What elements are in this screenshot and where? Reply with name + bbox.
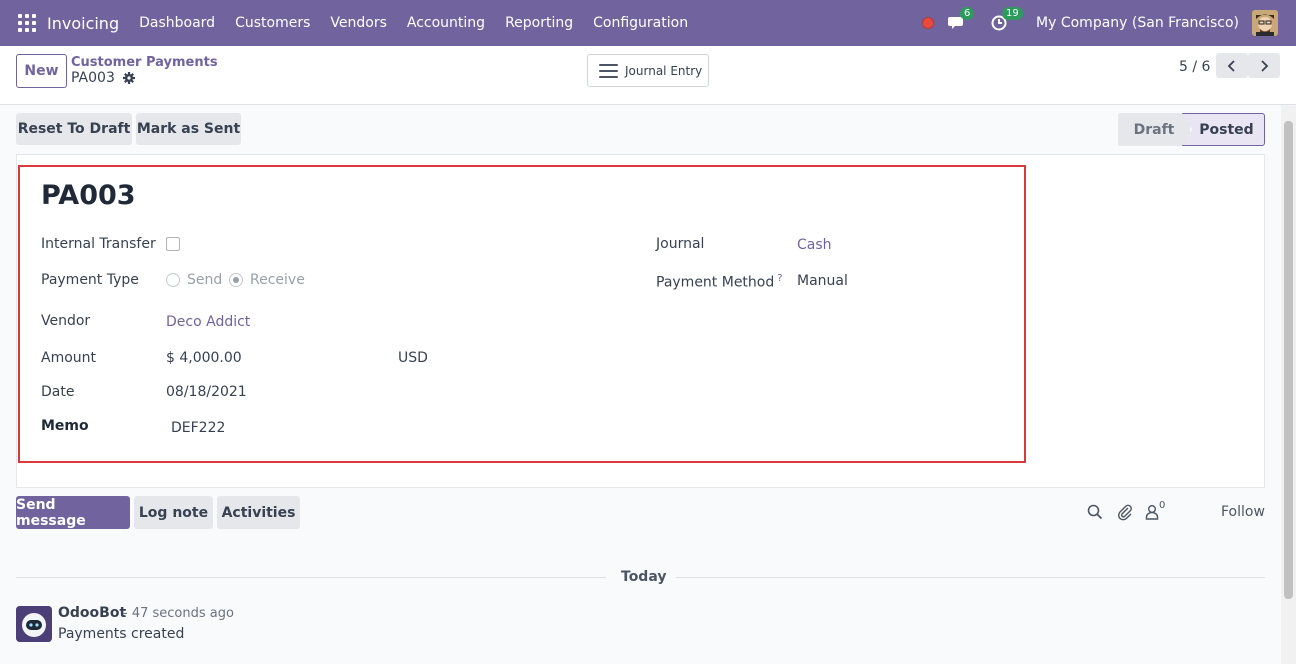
breadcrumb-current: PA003 bbox=[71, 70, 135, 86]
memo-label: Memo bbox=[41, 418, 89, 434]
apps-menu-icon[interactable] bbox=[18, 14, 36, 32]
chevron-right-icon bbox=[1261, 59, 1269, 72]
menu-accounting[interactable]: Accounting bbox=[397, 15, 495, 31]
journal-link[interactable]: Cash bbox=[797, 237, 832, 253]
payment-title: PA003 bbox=[41, 180, 136, 211]
pager-value[interactable]: 5 / 6 bbox=[1179, 59, 1210, 75]
gear-icon[interactable] bbox=[122, 72, 135, 84]
user-face-icon bbox=[1252, 10, 1278, 36]
amount-value: $ 4,000.00 bbox=[166, 350, 242, 366]
scrollbar-thumb[interactable] bbox=[1284, 121, 1293, 599]
menu-customers[interactable]: Customers bbox=[225, 15, 320, 31]
current-record-name: PA003 bbox=[71, 70, 115, 86]
payment-type-label: Payment Type bbox=[41, 272, 139, 288]
breadcrumb-customer-payments[interactable]: Customer Payments bbox=[71, 55, 218, 70]
date-label: Date bbox=[41, 384, 75, 400]
pager-next-button[interactable] bbox=[1248, 53, 1280, 78]
follow-button[interactable]: Follow bbox=[1221, 504, 1265, 520]
internal-transfer-label: Internal Transfer bbox=[41, 236, 156, 252]
payment-type-receive-radio[interactable] bbox=[229, 273, 243, 287]
activities-button[interactable]: 19 bbox=[990, 7, 1023, 33]
journal-entry-button[interactable]: Journal Entry bbox=[587, 54, 709, 87]
top-navbar: Invoicing Dashboard Customers Vendors Ac… bbox=[0, 0, 1296, 46]
activities-count-badge: 19 bbox=[1002, 7, 1023, 20]
menu-reporting[interactable]: Reporting bbox=[495, 15, 583, 31]
message-time: - 47 seconds ago bbox=[123, 606, 234, 621]
currency-value: USD bbox=[398, 350, 428, 366]
followers-count: 0 bbox=[1159, 500, 1166, 511]
internal-transfer-checkbox[interactable] bbox=[166, 237, 180, 251]
list-icon bbox=[599, 63, 618, 78]
vendor-label: Vendor bbox=[41, 313, 91, 329]
page-scrollbar[interactable] bbox=[1281, 105, 1296, 664]
payment-method-value: Manual bbox=[797, 273, 848, 289]
pager-previous-button[interactable] bbox=[1216, 53, 1248, 78]
robot-icon bbox=[16, 606, 52, 642]
amount-label: Amount bbox=[41, 350, 97, 366]
messages-button[interactable]: 6 bbox=[948, 7, 975, 33]
chevron-left-icon bbox=[1227, 59, 1235, 72]
help-tooltip-icon[interactable]: ? bbox=[777, 273, 782, 284]
menu-vendors[interactable]: Vendors bbox=[320, 15, 396, 31]
control-panel: New Customer Payments PA003 Journal Entr… bbox=[0, 46, 1296, 105]
payment-type-receive-label: Receive bbox=[250, 272, 305, 288]
journal-entry-label: Journal Entry bbox=[625, 63, 703, 78]
new-button[interactable]: New bbox=[16, 54, 67, 88]
status-posted[interactable]: Posted bbox=[1182, 113, 1265, 146]
message-author[interactable]: OdooBot bbox=[58, 605, 126, 621]
followers-button[interactable]: 0 bbox=[1145, 500, 1173, 521]
company-switcher[interactable]: My Company (San Francisco) bbox=[1036, 15, 1239, 31]
user-icon bbox=[1145, 505, 1159, 520]
date-divider-left bbox=[16, 577, 606, 578]
search-icon[interactable] bbox=[1086, 503, 1104, 521]
log-note-button[interactable]: Log note bbox=[134, 496, 213, 529]
payment-method-label-text: Payment Method bbox=[656, 274, 775, 291]
vendor-link[interactable]: Deco Addict bbox=[166, 314, 250, 330]
message-body: Payments created bbox=[58, 626, 185, 642]
payment-type-send-label: Send bbox=[187, 272, 223, 288]
recording-indicator-icon[interactable] bbox=[922, 17, 935, 29]
journal-label: Journal bbox=[656, 236, 705, 252]
messages-count-badge: 6 bbox=[960, 7, 975, 20]
memo-value: DEF222 bbox=[171, 420, 226, 436]
paperclip-icon[interactable] bbox=[1116, 503, 1134, 521]
date-separator-today: Today bbox=[621, 569, 667, 585]
mark-as-sent-button[interactable]: Mark as Sent bbox=[136, 113, 241, 145]
menu-configuration[interactable]: Configuration bbox=[583, 15, 698, 31]
odoobot-avatar[interactable] bbox=[16, 606, 52, 642]
send-message-button[interactable]: Send message bbox=[16, 496, 130, 529]
payment-type-send-radio[interactable] bbox=[166, 273, 180, 287]
date-divider-right bbox=[676, 577, 1265, 578]
reset-to-draft-button[interactable]: Reset To Draft bbox=[16, 113, 132, 145]
activities-button-chatter[interactable]: Activities bbox=[217, 496, 300, 529]
payment-method-label: Payment Method? bbox=[656, 273, 783, 291]
app-name[interactable]: Invoicing bbox=[47, 14, 119, 33]
status-draft[interactable]: Draft bbox=[1118, 113, 1190, 146]
menu-dashboard[interactable]: Dashboard bbox=[129, 15, 225, 31]
user-avatar[interactable] bbox=[1252, 10, 1278, 36]
date-value: 08/18/2021 bbox=[166, 384, 247, 400]
